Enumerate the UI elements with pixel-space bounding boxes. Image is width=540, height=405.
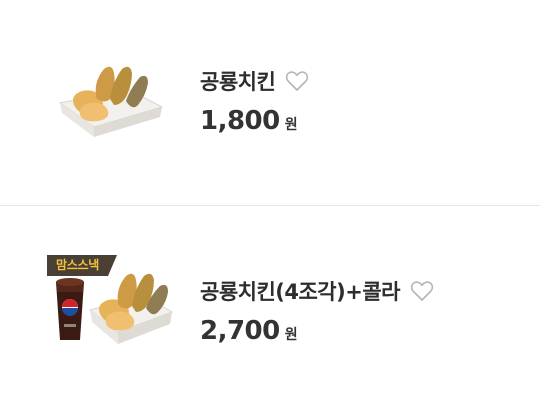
menu-item[interactable]: 맘스스낵 공룡치킨(4조각)+콜라 2,700 원: [0, 206, 540, 405]
currency-label: 원: [284, 327, 298, 343]
item-price: 1,800: [200, 106, 280, 136]
menu-item[interactable]: 공룡치킨 1,800 원: [0, 0, 540, 205]
heart-outline-icon[interactable]: [410, 280, 434, 302]
currency-label: 원: [284, 117, 298, 133]
heart-outline-icon[interactable]: [285, 70, 309, 92]
item-price: 2,700: [200, 316, 280, 346]
product-image[interactable]: [50, 55, 168, 145]
item-name[interactable]: 공룡치킨: [200, 66, 276, 96]
promo-badge: 맘스스낵: [47, 255, 117, 276]
item-name[interactable]: 공룡치킨(4조각)+콜라: [200, 276, 400, 306]
